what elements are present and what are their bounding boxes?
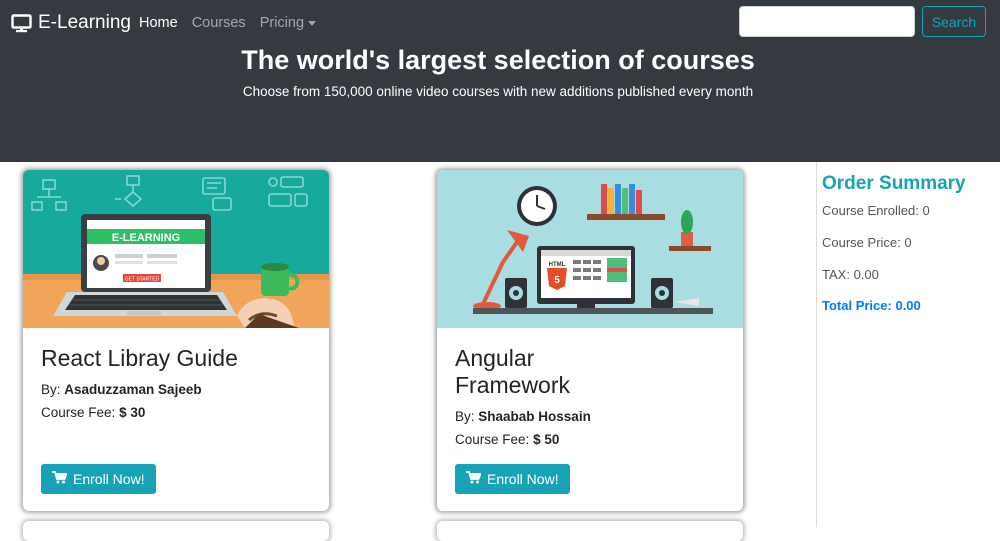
fee-label: Course Fee: <box>455 432 530 447</box>
hero-subtitle: Choose from 150,000 online video courses… <box>242 84 754 99</box>
total-label: Total Price: <box>822 298 892 313</box>
fee-value: $ 50 <box>533 432 560 447</box>
fee-label: Course Fee: <box>41 405 116 420</box>
enroll-button[interactable]: Enroll Now! <box>455 464 570 494</box>
total-value: 0.00 <box>895 298 921 313</box>
course-author: By: Shaabab Hossain <box>455 409 725 424</box>
course-title: Angular Framework <box>455 345 571 398</box>
course-body: Angular Framework By: Shaabab Hossain Co… <box>455 345 725 447</box>
author-label: By: <box>41 382 61 397</box>
nav-pricing-dropdown[interactable]: Pricing <box>259 14 317 32</box>
nav-home[interactable]: Home <box>139 14 178 32</box>
desktop-icon <box>11 13 32 33</box>
enrolled-label: Course Enrolled: <box>822 203 919 218</box>
course-card-partial <box>23 521 329 541</box>
enroll-label: Enroll Now! <box>487 471 559 487</box>
course-fee: Course Fee: $ 30 <box>41 405 311 420</box>
tax-value: 0.00 <box>853 267 879 282</box>
svg-text:HTML: HTML <box>549 262 566 268</box>
summary-enrolled: Course Enrolled: 0 <box>822 203 930 218</box>
author-name: Asaduzzaman Sajeeb <box>64 382 202 397</box>
svg-text:GET STARTED: GET STARTED <box>125 277 160 283</box>
enroll-button[interactable]: Enroll Now! <box>41 464 156 494</box>
search-button[interactable]: Search <box>922 6 986 37</box>
summary-total: Total Price: 0.00 <box>822 298 921 313</box>
course-card: HTML 5 Angular Framework By: Shaabab Hos… <box>437 170 743 511</box>
hero-title: The world's largest selection of courses <box>241 45 755 75</box>
caret-down-icon <box>308 20 317 26</box>
course-card: E-LEARNING GET STARTED React Libray Guid… <box>23 170 329 511</box>
course-body: React Libray Guide By: Asaduzzaman Sajee… <box>41 345 311 420</box>
price-value: 0 <box>904 235 912 250</box>
brand-name: E-Learning <box>38 12 131 33</box>
svg-text:E-LEARNING: E-LEARNING <box>112 232 180 244</box>
search-input[interactable] <box>739 6 915 37</box>
svg-text:5: 5 <box>554 275 560 286</box>
nav-pricing-label: Pricing <box>259 15 305 31</box>
course-card-partial <box>437 521 743 541</box>
brand-link[interactable]: E-Learning <box>11 10 131 36</box>
shopping-cart-icon <box>52 471 68 487</box>
course-title: React Libray Guide <box>41 345 238 371</box>
hero-header: E-Learning Home Courses Pricing Search T… <box>0 0 1000 162</box>
tax-label: TAX: <box>822 267 850 282</box>
enrolled-value: 0 <box>922 203 930 218</box>
order-summary: Order Summary Course Enrolled: 0 Course … <box>816 162 1000 527</box>
nav-courses[interactable]: Courses <box>192 14 246 32</box>
summary-title: Order Summary <box>822 173 966 194</box>
enroll-label: Enroll Now! <box>73 471 145 487</box>
course-image-angular: HTML 5 <box>437 170 743 328</box>
course-author: By: Asaduzzaman Sajeeb <box>41 382 311 397</box>
shopping-cart-icon <box>466 471 482 487</box>
summary-tax: TAX: 0.00 <box>822 267 879 282</box>
author-name: Shaabab Hossain <box>478 409 591 424</box>
fee-value: $ 30 <box>119 405 146 420</box>
summary-price: Course Price: 0 <box>822 235 912 250</box>
course-fee: Course Fee: $ 50 <box>455 432 725 447</box>
price-label: Course Price: <box>822 235 901 250</box>
course-image-react: E-LEARNING GET STARTED <box>23 170 329 328</box>
main-nav: Home Courses Pricing <box>139 14 330 32</box>
author-label: By: <box>455 409 475 424</box>
